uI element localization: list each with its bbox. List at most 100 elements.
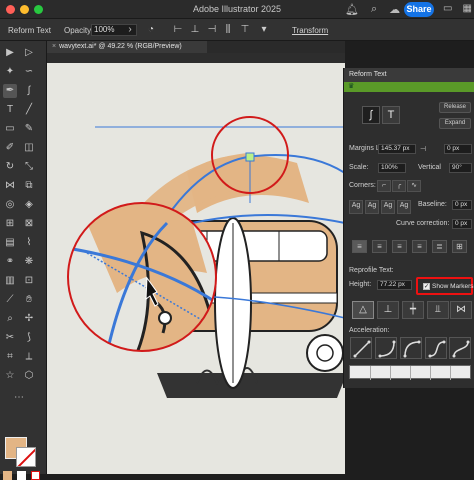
reprofile-triangle-icon[interactable]: △ <box>352 301 374 319</box>
line-tool-icon[interactable]: ╱ <box>22 103 36 117</box>
search-icon[interactable]: ⌕ <box>371 3 377 16</box>
distribute-icon[interactable]: ⫼ <box>222 24 234 36</box>
reprofile-center-icon[interactable]: ⊥ <box>377 301 399 319</box>
height-field[interactable]: 77.22 px <box>377 280 412 290</box>
scale-field[interactable]: 100% <box>378 163 406 173</box>
acceleration-ease-in-icon[interactable] <box>375 337 397 359</box>
reprofile-wave-icon[interactable]: ⋈ <box>450 301 472 319</box>
arrange-icon[interactable]: ▦ <box>462 3 471 14</box>
align-right-icon[interactable]: ⊣ <box>206 24 218 36</box>
artboard-tool-icon[interactable]: ⊡ <box>22 274 36 288</box>
measure-tool-icon[interactable]: ⟂ <box>22 350 36 364</box>
paintbrush-tool-icon[interactable]: ✎ <box>22 122 36 136</box>
lasso-tool-icon[interactable]: ∽ <box>22 65 36 79</box>
show-markers-highlight: ✓ Show Markers <box>416 277 474 295</box>
slice-tool-icon[interactable]: ⟋ <box>3 293 17 307</box>
direct-selection-tool-icon[interactable]: ▷ <box>22 46 36 60</box>
knife-tool-icon[interactable]: ⟆ <box>22 331 36 345</box>
zoom-tool-icon[interactable]: ⌕ <box>3 312 17 326</box>
eraser-tool-icon[interactable]: ◫ <box>22 141 36 155</box>
title-icons: 🔔︎ ⌕ ☁ <box>345 3 400 16</box>
edit-toolbar-icon[interactable]: ⋯ <box>12 391 26 405</box>
text-mode-icon[interactable]: T <box>382 106 400 124</box>
corner-smooth-icon[interactable]: ∿ <box>407 180 421 192</box>
rectangle-tool-icon[interactable]: ▭ <box>3 122 17 136</box>
type-tool-icon[interactable]: T <box>3 103 17 117</box>
eyedropper-tool-icon[interactable]: ⌇ <box>22 236 36 250</box>
recolor-icon[interactable]: ◔ <box>145 24 157 36</box>
control-bar: Reform Text Opacity: 100% › ◔ ⊢ ⊥ ⊣ ⫼ ⊤ … <box>0 19 474 41</box>
corner-round-icon[interactable]: ╭ <box>392 180 406 192</box>
rotate-tool-icon[interactable]: ↻ <box>3 160 17 174</box>
justify-all-text-icon[interactable]: ≣ <box>432 240 447 253</box>
type-style-d-icon[interactable]: Ag <box>397 200 411 214</box>
magic-wand-tool-icon[interactable]: ✦ <box>3 65 17 79</box>
align-left-text-icon[interactable]: ≡ <box>352 240 367 253</box>
puppet-warp-tool-icon[interactable]: ✢ <box>22 312 36 326</box>
curve-correction-field[interactable]: 0 px <box>452 219 472 229</box>
align-center-text-icon[interactable]: ≡ <box>372 240 387 253</box>
app-title: Adobe Illustrator 2025 <box>192 4 282 14</box>
baseline-field[interactable]: 0 px <box>452 200 472 210</box>
workspace-icon[interactable]: ▭ <box>443 3 452 14</box>
reprofile-down-icon[interactable]: ⫫ <box>427 301 449 319</box>
cloud-icon[interactable]: ☁ <box>389 3 400 16</box>
canvas[interactable] <box>47 53 345 474</box>
scissors-tool-icon[interactable]: ✂ <box>3 331 17 345</box>
margins-left-field[interactable]: 145.37 px <box>378 144 416 154</box>
acceleration-ease-out-icon[interactable] <box>400 337 422 359</box>
align-right-text-icon[interactable]: ≡ <box>392 240 407 253</box>
transform-link[interactable]: Transform <box>292 26 328 35</box>
polygon-tool-icon[interactable]: ⬡ <box>22 369 36 383</box>
curve-mode-icon[interactable]: ∫ <box>362 106 380 124</box>
gradient-mode-icon[interactable] <box>17 471 26 480</box>
graph-tool-icon[interactable]: ▥ <box>3 274 17 288</box>
symbol-sprayer-tool-icon[interactable]: ❋ <box>22 255 36 269</box>
mesh-tool-icon[interactable]: ⊠ <box>22 217 36 231</box>
pen-tool-icon[interactable]: ✒ <box>3 84 17 98</box>
blend-tool-icon[interactable]: ⚭ <box>3 255 17 269</box>
shape-builder-tool-icon[interactable]: ◎ <box>3 198 17 212</box>
gradient-tool-icon[interactable]: ▤ <box>3 236 17 250</box>
bell-icon[interactable]: 🔔︎ <box>345 3 359 16</box>
close-tab-icon[interactable]: × <box>52 43 56 50</box>
star-tool-icon[interactable]: ☆ <box>3 369 17 383</box>
expand-button[interactable]: Expand <box>439 118 471 129</box>
selection-tool-icon[interactable]: ▶ <box>3 46 17 60</box>
stroke-color-swatch[interactable] <box>16 447 36 467</box>
more-options-icon[interactable]: ▾ <box>258 24 270 36</box>
acceleration-graph[interactable] <box>349 365 471 380</box>
margins-right-field[interactable]: 0 px <box>444 144 472 154</box>
align-left-icon[interactable]: ⊢ <box>172 24 184 36</box>
type-style-a-icon[interactable]: Ag <box>349 200 363 214</box>
shaper-tool-icon[interactable]: ✐ <box>3 141 17 155</box>
perspective-grid-tool-icon[interactable]: ⊞ <box>3 217 17 231</box>
scale-tool-icon[interactable]: ⤡ <box>22 160 36 174</box>
color-mode-icon[interactable] <box>3 471 12 480</box>
show-markers-checkbox[interactable]: ✓ <box>423 283 430 290</box>
release-button[interactable]: Release <box>439 102 471 113</box>
crown-icon: ♛ <box>348 83 355 90</box>
hand-tool-icon[interactable]: ✋︎ <box>22 293 36 307</box>
reprofile-up-icon[interactable]: ┿ <box>402 301 424 319</box>
vertical-field[interactable]: 90° <box>449 163 472 173</box>
acceleration-linear-icon[interactable] <box>350 337 372 359</box>
justify-text-icon[interactable]: ≡ <box>412 240 427 253</box>
acceleration-ease-in-out-icon[interactable] <box>425 337 447 359</box>
crop-tool-icon[interactable]: ⌗ <box>3 350 17 364</box>
none-mode-icon[interactable] <box>31 471 40 480</box>
acceleration-custom-icon[interactable] <box>449 337 471 359</box>
share-button[interactable]: Share <box>404 2 434 17</box>
document-tab[interactable]: × wavytext.ai* @ 49.22 % (RGB/Preview) <box>47 41 207 53</box>
corner-sharp-icon[interactable]: ⌐ <box>377 180 391 192</box>
distribute-text-icon[interactable]: ⊞ <box>452 240 467 253</box>
type-style-b-icon[interactable]: Ag <box>365 200 379 214</box>
align-bottom-icon[interactable]: ⊤ <box>239 24 251 36</box>
width-tool-icon[interactable]: ⋈ <box>3 179 17 193</box>
type-style-c-icon[interactable]: Ag <box>381 200 395 214</box>
curvature-tool-icon[interactable]: ∫ <box>22 84 36 98</box>
live-paint-tool-icon[interactable]: ◈ <box>22 198 36 212</box>
chevron-right-icon[interactable]: › <box>124 24 136 36</box>
align-center-icon[interactable]: ⊥ <box>189 24 201 36</box>
free-transform-tool-icon[interactable]: ⧉ <box>22 179 36 193</box>
